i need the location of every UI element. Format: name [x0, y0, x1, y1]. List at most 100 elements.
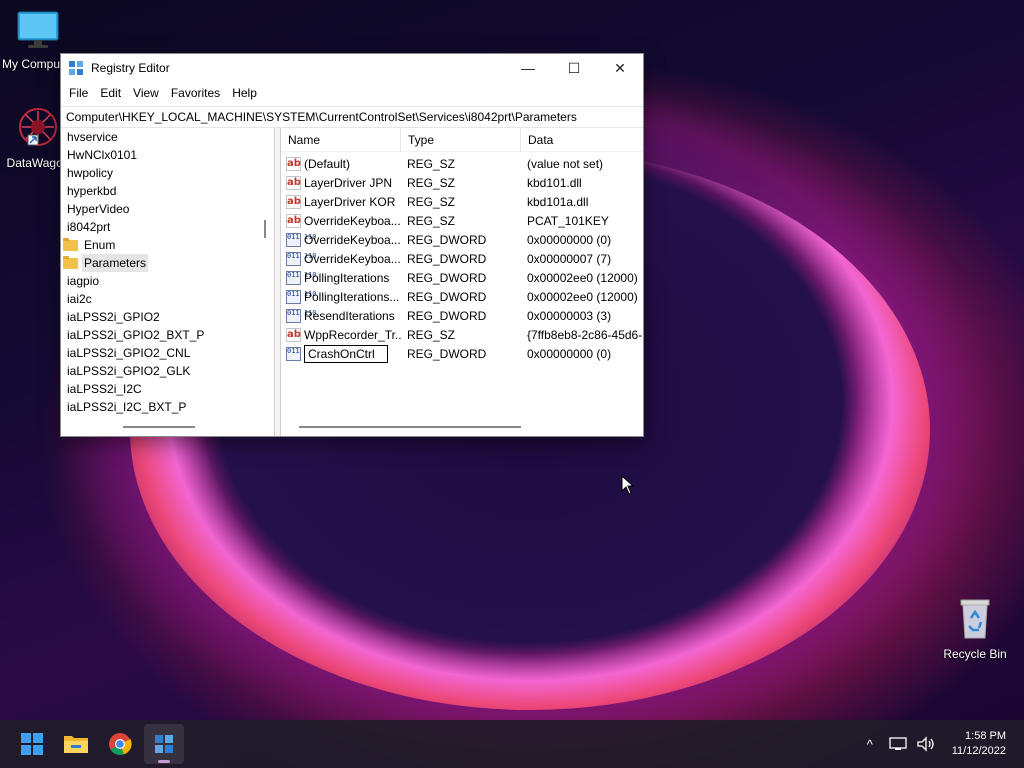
- binary-value-icon: 011 110: [286, 270, 317, 285]
- binary-value-icon: 011 110: [286, 289, 317, 304]
- tree-item-label: iaLPSS2i_GPIO2_CNL: [67, 346, 191, 360]
- tree-item-label: iaLPSS2i_GPIO2: [67, 310, 160, 324]
- value-name-cell: 011 110 OverrideKeyboa...: [281, 251, 401, 266]
- binary-value-icon: 011 110: [286, 346, 317, 361]
- menu-file[interactable]: File: [63, 86, 94, 100]
- tree-item[interactable]: iai2c: [61, 290, 274, 308]
- column-type[interactable]: Type: [401, 128, 521, 152]
- chrome-icon: [109, 733, 132, 756]
- tree-item-label: iaLPSS2i_I2C_BXT_P: [67, 400, 187, 414]
- show-hidden-icons-chevron-icon[interactable]: ^: [858, 737, 882, 752]
- start-button[interactable]: [12, 724, 52, 764]
- tree-item[interactable]: hwpolicy: [61, 164, 274, 182]
- network-icon[interactable]: [886, 736, 910, 752]
- value-row[interactable]: ab (Default) REG_SZ (value not set): [281, 154, 643, 173]
- value-row[interactable]: ab LayerDriver JPN REG_SZ kbd101.dll: [281, 173, 643, 192]
- tree-item[interactable]: iagpio: [61, 272, 274, 290]
- tree-item[interactable]: hvservice: [61, 128, 274, 146]
- tree-item-label: Enum: [84, 238, 116, 252]
- column-data[interactable]: Data: [521, 128, 643, 152]
- values-horizontal-scrollbar[interactable]: [299, 426, 521, 428]
- value-type: REG_SZ: [407, 175, 456, 190]
- taskbar-chrome[interactable]: [100, 724, 140, 764]
- value-data: (value not set): [527, 156, 604, 171]
- tree-item[interactable]: iaLPSS2i_I2C_BXT_P: [61, 398, 274, 416]
- mouse-cursor-icon: [621, 475, 635, 495]
- binary-value-icon: 011 110: [286, 251, 317, 266]
- tree-item-label: iagpio: [67, 274, 100, 288]
- value-data: 0x00002ee0 (12000): [527, 289, 638, 304]
- address-bar[interactable]: Computer\HKEY_LOCAL_MACHINE\SYSTEM\Curre…: [61, 106, 643, 128]
- key-tree: hvservice HwNClx0101 hwpolicy hyperkbd Hyper…: [61, 128, 275, 436]
- value-row[interactable]: ab OverrideKeyboa... REG_SZ PCAT_101KEY: [281, 211, 643, 230]
- value-type: REG_DWORD: [407, 289, 487, 304]
- tree-item-label: HyperVideo: [67, 202, 130, 216]
- tree-item[interactable]: iaLPSS2i_GPIO2_BXT_P: [61, 326, 274, 344]
- value-type: REG_DWORD: [407, 270, 487, 285]
- value-name-cell: ab LayerDriver JPN: [281, 175, 401, 190]
- tree-item[interactable]: i8042prt: [61, 218, 274, 236]
- value-row[interactable]: 011 110 OverrideKeyboa... REG_DWORD 0x00000…: [281, 249, 643, 268]
- menu-view[interactable]: View: [127, 86, 165, 100]
- tree-item[interactable]: iaLPSS2i_I2C: [61, 380, 274, 398]
- monitor-icon: [17, 11, 59, 48]
- tree-item[interactable]: Enum: [61, 236, 274, 254]
- value-data: 0x00000007 (7): [527, 251, 612, 266]
- value-name-cell: 011 110 OverrideKeyboa...: [281, 232, 401, 247]
- close-button[interactable]: ✕: [597, 54, 643, 82]
- menu-edit[interactable]: Edit: [94, 86, 127, 100]
- tree-item-label: iai2c: [67, 292, 92, 306]
- value-row[interactable]: ab LayerDriver KOR REG_SZ kbd101a.dll: [281, 192, 643, 211]
- minimize-button[interactable]: —: [505, 54, 551, 82]
- registry-editor-icon: [155, 735, 173, 753]
- tree-item[interactable]: Parameters: [61, 254, 274, 272]
- tree-item[interactable]: hyperkbd: [61, 182, 274, 200]
- tree-item-label: iaLPSS2i_GPIO2_BXT_P: [67, 328, 205, 342]
- value-name-cell: ab OverrideKeyboa...: [281, 213, 401, 228]
- tree-horizontal-scrollbar[interactable]: [123, 426, 195, 428]
- value-name-cell: 011 110 PollingIterations: [281, 270, 401, 285]
- value-name-cell: 011 110 PollingIterations...: [281, 289, 401, 304]
- menu-help[interactable]: Help: [226, 86, 263, 100]
- file-explorer-icon: [64, 736, 88, 753]
- column-header: Name Type Data: [281, 128, 643, 152]
- menu-favorites[interactable]: Favorites: [165, 86, 226, 100]
- value-row[interactable]: 011 110 PollingIterations REG_DWORD 0x00002…: [281, 268, 643, 287]
- value-row[interactable]: 011 110 ResendIterations REG_DWORD 0x000000…: [281, 306, 643, 325]
- value-type: REG_SZ: [407, 213, 456, 228]
- tree-item[interactable]: iaLPSS2i_GPIO2_CNL: [61, 344, 274, 362]
- tree-item-label: hvservice: [67, 130, 118, 144]
- value-data: 0x00000003 (3): [527, 308, 612, 323]
- value-data: kbd101a.dll: [527, 194, 589, 209]
- tree-item[interactable]: HwNClx0101: [61, 146, 274, 164]
- value-name-cell: ab (Default): [281, 156, 401, 171]
- tree-vertical-scrollbar[interactable]: [264, 220, 266, 238]
- value-name: LayerDriver KOR: [304, 194, 396, 209]
- value-row[interactable]: ab WppRecorder_Tr... REG_SZ {7ffb8eb8-2c86-…: [281, 325, 643, 344]
- column-name[interactable]: Name: [281, 128, 401, 152]
- folder-icon: [63, 255, 78, 269]
- clock[interactable]: 1:58 PM 11/12/2022: [952, 729, 1006, 759]
- taskbar-registry-editor[interactable]: [144, 724, 184, 764]
- rename-input[interactable]: CrashOnCtrl: [304, 344, 388, 363]
- tree-item-label: hwpolicy: [67, 166, 114, 180]
- value-row[interactable]: 011 110 PollingIterations... REG_DWORD 0x00…: [281, 287, 643, 306]
- title-bar[interactable]: Registry Editor — ☐ ✕: [61, 54, 643, 82]
- value-row[interactable]: 011 110 OverrideKeyboa... REG_DWORD 0x00000…: [281, 230, 643, 249]
- value-type: REG_SZ: [407, 156, 456, 171]
- taskbar-file-explorer[interactable]: [56, 724, 96, 764]
- string-value-icon: ab: [286, 175, 301, 190]
- recycle-bin-icon: [960, 599, 990, 639]
- value-row[interactable]: 011 110 CrashOnCtrl REG_DWORD 0x00000000 (0…: [281, 344, 643, 363]
- desktop-icon-recycle-bin[interactable]: Recycle Bin: [937, 596, 1013, 661]
- string-value-icon: ab: [286, 194, 301, 209]
- tree-item-label: HwNClx0101: [67, 148, 138, 162]
- maximize-button[interactable]: ☐: [551, 54, 597, 82]
- tree-item[interactable]: iaLPSS2i_GPIO2_GLK: [61, 362, 274, 380]
- tree-item[interactable]: iaLPSS2i_GPIO2: [61, 308, 274, 326]
- value-type: REG_DWORD: [407, 346, 487, 361]
- taskbar: ^ 1:58 PM 11/12/2022: [0, 720, 1024, 768]
- value-data: 0x00002ee0 (12000): [527, 270, 638, 285]
- volume-icon[interactable]: [914, 736, 938, 752]
- tree-item[interactable]: HyperVideo: [61, 200, 274, 218]
